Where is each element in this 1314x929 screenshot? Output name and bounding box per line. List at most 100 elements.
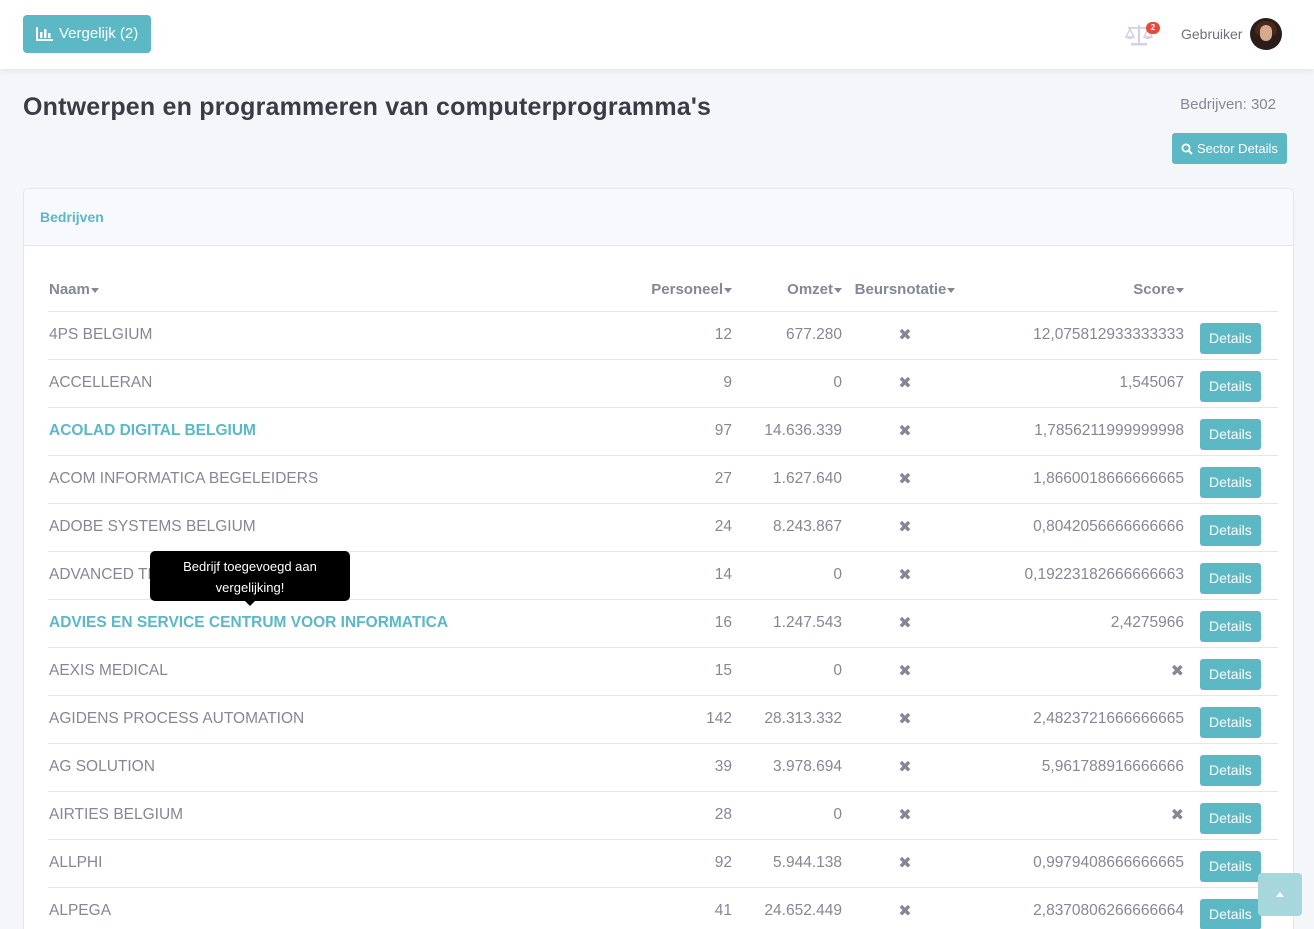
sort-caret-icon [834,287,842,293]
actions-cell: Details [1184,551,1278,600]
personeel-value: 39 [638,743,732,792]
company-name[interactable]: ADVIES EN SERVICE CENTRUM VOOR INFORMATI… [48,599,638,648]
beursnotatie-value: ✖ [842,791,968,840]
details-button[interactable]: Details [1200,850,1261,882]
compare-button[interactable]: Vergelijk (2) [23,15,152,53]
actions-cell: Details [1184,599,1278,648]
omzet-value: 0 [732,551,842,600]
personeel-value: 97 [638,407,732,456]
personeel-value: 28 [638,791,732,840]
table-row: ALPEGA 41 24.652.449 ✖ 2,8370806266666664 Det… [48,887,1278,929]
personeel-value: 41 [638,887,732,929]
table-row: ACOLAD DIGITAL BELGIUM 97 14.636.339 ✖ 1,785… [48,407,1278,456]
avatar-face [1260,25,1272,41]
column-omzet-header[interactable]: Omzet [732,269,842,312]
actions-cell: Details [1184,791,1278,840]
actions-cell: Details [1184,503,1278,552]
omzet-value: 0 [732,791,842,840]
cross-icon: ✖ [898,759,912,776]
compare-count-badge: 2 [1146,22,1160,34]
actions-cell: Details [1184,359,1278,408]
cross-icon: ✖ [898,903,912,920]
search-icon [1181,143,1193,155]
details-button[interactable]: Details [1200,466,1261,498]
personeel-value: 142 [638,695,732,744]
cross-icon: ✖ [898,807,912,824]
company-name[interactable]: ACOLAD DIGITAL BELGIUM [48,407,638,456]
company-name: AG SOLUTION [48,743,638,792]
table-row: 4PS BELGIUM 12 677.280 ✖ 12,075812933333333 D… [48,311,1278,360]
sort-caret-icon [947,287,956,293]
omzet-value: 677.280 [732,311,842,360]
details-button[interactable]: Details [1200,898,1261,929]
omzet-value: 1.627.640 [732,455,842,504]
chevron-up-icon [1276,891,1284,897]
cross-icon: ✖ [898,663,912,680]
column-name-header[interactable]: Naam [48,269,638,312]
beursnotatie-value: ✖ [842,311,968,360]
personeel-value: 9 [638,359,732,408]
score-value: 2,4275966 [968,599,1184,648]
company-count: Bedrijven: 302 [1180,96,1276,113]
personeel-value: 24 [638,503,732,552]
table-row: ALLPHI 92 5.944.138 ✖ 0,9979408666666665 Deta… [48,839,1278,888]
score-value: 5,961788916666666 [968,743,1184,792]
personeel-value: 16 [638,599,732,648]
beursnotatie-value: ✖ [842,407,968,456]
tooltip-arrow [245,601,255,606]
omzet-value: 5.944.138 [732,839,842,888]
table-row: ADOBE SYSTEMS BELGIUM 24 8.243.867 ✖ 0,80420… [48,503,1278,552]
personeel-value: 14 [638,551,732,600]
cross-icon: ✖ [898,327,912,344]
company-name: ALPEGA [48,887,638,929]
personeel-value: 92 [638,839,732,888]
details-button[interactable]: Details [1200,802,1261,834]
card-header: Bedrijven [24,189,1293,246]
details-button[interactable]: Details [1200,562,1261,594]
details-button[interactable]: Details [1200,370,1261,402]
details-button[interactable]: Details [1200,514,1261,546]
table-header-row: Naam Personeel Omzet Beursnotatie Score [48,269,1278,312]
score-value: ✖ [968,647,1184,696]
beursnotatie-value: ✖ [842,503,968,552]
actions-cell: Details [1184,311,1278,360]
details-button[interactable]: Details [1200,754,1261,786]
compare-scale-button[interactable]: 2 [1124,20,1160,50]
score-value: 1,7856211999999998 [968,407,1184,456]
details-button[interactable]: Details [1200,418,1261,450]
omzet-value: 8.243.867 [732,503,842,552]
topbar: Vergelijk (2) 2 Gebruiker [0,0,1314,69]
beursnotatie-value: ✖ [842,455,968,504]
compare-button-label: Vergelijk (2) [59,25,139,42]
scroll-to-top-button[interactable] [1258,873,1302,916]
cross-icon: ✖ [898,567,912,584]
company-name: ADOBE SYSTEMS BELGIUM [48,503,638,552]
details-button[interactable]: Details [1200,610,1261,642]
actions-cell: Details [1184,407,1278,456]
beursnotatie-value: ✖ [842,599,968,648]
details-button[interactable]: Details [1200,322,1261,354]
details-button[interactable]: Details [1200,658,1261,690]
column-score-header[interactable]: Score [968,269,1184,312]
tooltip: Bedrijf toegevoegd aan vergelijking! [150,551,350,606]
beursnotatie-value: ✖ [842,359,968,408]
beursnotatie-value: ✖ [842,887,968,929]
avatar[interactable] [1250,18,1282,50]
score-value: ✖ [968,791,1184,840]
column-personeel-header[interactable]: Personeel [638,269,732,312]
score-value: 2,4823721666666665 [968,695,1184,744]
score-value: 12,075812933333333 [968,311,1184,360]
user-name[interactable]: Gebruiker [1181,26,1242,42]
omzet-value: 24.652.449 [732,887,842,929]
actions-cell: Details [1184,743,1278,792]
score-value: 0,19223182666666663 [968,551,1184,600]
sector-details-button[interactable]: Sector Details [1172,133,1287,164]
details-button[interactable]: Details [1200,706,1261,738]
actions-cell: Details [1184,695,1278,744]
cross-icon: ✖ [898,855,912,872]
score-value: 1,8660018666666665 [968,455,1184,504]
cross-icon: ✖ [898,423,912,440]
personeel-value: 27 [638,455,732,504]
column-beursnotatie-header[interactable]: Beursnotatie [842,269,968,312]
actions-cell: Details [1184,455,1278,504]
